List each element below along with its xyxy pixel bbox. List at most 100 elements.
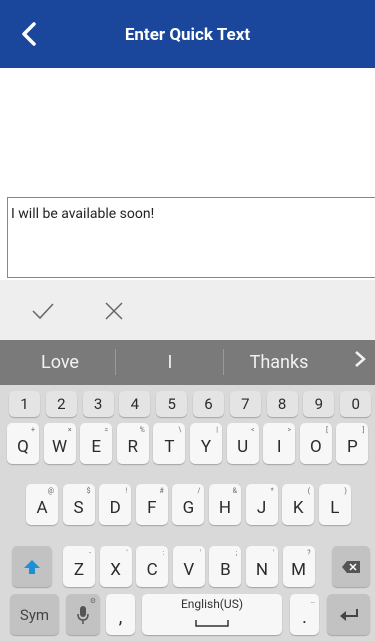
key-label: 8 [277,395,287,413]
quick-text-input[interactable]: I will be available soon! [7,197,375,278]
key-x[interactable]: ' X [99,546,132,587]
key-label: T [164,436,175,457]
key-label: 6 [204,395,213,413]
key-s[interactable]: $ S [62,484,95,525]
shift-icon [24,559,40,574]
space-key[interactable]: English(US) [142,594,282,635]
app-header: Enter Quick Text [0,0,375,68]
key-label: N [255,559,269,580]
key-label: Q [17,436,29,457]
backspace-key[interactable] [332,546,370,587]
key-2[interactable]: 2 [45,391,77,417]
key-alt-symbol: | [216,426,218,434]
key-0[interactable]: 0 [340,391,372,417]
key-q[interactable]: + Q [7,423,39,464]
key-g[interactable]: / G [172,484,205,525]
key-alt-symbol: $ [86,487,91,495]
enter-icon [339,608,358,621]
key-label: E [91,436,102,457]
key-a[interactable]: @ A [26,484,58,525]
key-t[interactable]: \ T [153,423,186,464]
key-label: 5 [167,395,176,413]
key-alt-symbol: * [270,487,274,495]
key-alt-symbol: ' [272,549,274,557]
key-label: X [110,559,121,580]
space-bar-icon [195,620,229,627]
key-label: L [330,497,340,518]
key-k[interactable]: (K [282,484,315,525]
suggestion-item[interactable]: Love [0,340,120,385]
key-b[interactable]: ; B [209,546,242,587]
key-label: S [73,497,84,518]
quick-text-value[interactable]: I will be available soon! [11,206,154,222]
key-h[interactable]: & H [209,484,241,525]
key-alt-symbol: @ [47,487,54,495]
key-label: D [109,497,121,518]
key-alt-symbol: ! [125,487,128,495]
key-label: V [183,559,195,580]
key-alt-symbol: ( [307,487,311,495]
key-alt-symbol: + [31,426,35,434]
key-r[interactable]: % R [116,423,149,464]
key-n[interactable]: ' N [246,546,278,587]
key-z[interactable]: -Z [63,546,95,587]
key-p[interactable]: ] P [336,423,369,464]
space-key-label: English(US) [180,597,243,611]
key-w[interactable]: × W [43,423,76,464]
shift-key[interactable] [12,546,52,587]
key-d[interactable]: ! D [99,484,132,525]
comma-key[interactable]: , [106,594,135,635]
key-y[interactable]: | Y [190,423,222,464]
enter-key[interactable] [327,594,370,635]
key-alt-symbol: % [139,426,145,434]
key-m[interactable]: ? M [282,546,315,587]
key-l[interactable]: ) L [318,484,351,525]
key-u[interactable]: < U [226,423,259,464]
key-9[interactable]: 9 [303,391,335,417]
key-6[interactable]: 6 [193,391,224,417]
key-label: Z [73,559,85,580]
key-alt-symbol: \ [178,426,182,434]
chevron-right-icon [355,351,366,367]
suggestion-item[interactable]: Thanks [223,340,335,385]
key-label: C [146,559,158,580]
key-v[interactable]: ' V [172,546,205,587]
key-label: 1 [20,395,29,413]
key-alt-symbol: ' [199,549,201,557]
key-label: M [291,559,307,580]
sym-key[interactable]: Sym [10,594,59,635]
more-suggestions-button[interactable] [345,340,375,385]
check-icon [32,303,54,320]
key-c[interactable]: :C [136,546,169,587]
key-alt-symbol: : [162,549,165,557]
key-f[interactable]: # F [135,484,168,525]
cancel-button[interactable] [102,299,126,323]
confirm-button[interactable] [31,299,55,323]
key-5[interactable]: 5 [156,391,188,417]
sym-key-label: Sym [19,605,50,624]
key-o[interactable]: [O [299,423,332,464]
key-label: R [127,436,139,457]
microphone-icon [77,605,89,624]
key-1[interactable]: 1 [9,391,40,417]
key-label: P [347,436,358,457]
key-alt-symbol: < [251,426,255,434]
key-label: Y [200,436,212,457]
voice-input-key[interactable]: ⚙ [66,594,100,635]
period-key[interactable]: … . [290,594,319,635]
key-label: B [220,559,231,580]
key-3[interactable]: 3 [82,391,114,417]
key-label: 7 [241,395,250,413]
key-i[interactable]: > I [263,423,296,464]
key-4[interactable]: 4 [119,391,151,417]
backspace-icon [342,560,360,573]
key-alt-symbol: ? [307,549,311,557]
key-7[interactable]: 7 [229,391,261,417]
key-alt-symbol: > [287,426,292,434]
key-alt-symbol: - [89,549,91,557]
suggestion-item[interactable]: I [115,340,225,385]
key-8[interactable]: 8 [266,391,298,417]
key-j[interactable]: * J [245,484,278,525]
key-e[interactable]: = E [80,423,113,464]
key-alt-symbol: = [104,426,109,434]
